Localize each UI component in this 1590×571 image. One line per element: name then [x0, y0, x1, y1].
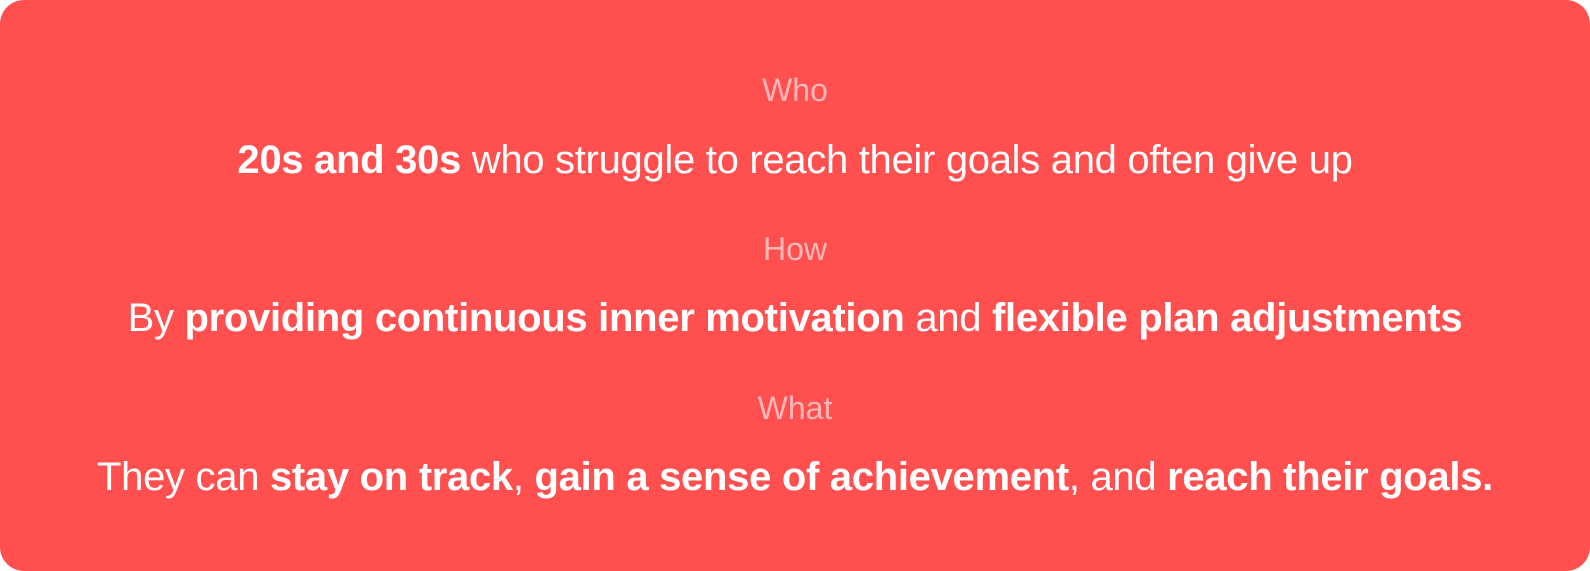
how-statement-part: By — [127, 296, 185, 340]
what-statement-part: They can — [97, 455, 270, 499]
what-statement-part: reach their goals. — [1167, 455, 1493, 499]
what-statement: They can stay on track, gain a sense of … — [0, 451, 1590, 503]
what-statement-part: stay on track — [269, 455, 513, 499]
what-label: What — [757, 390, 833, 426]
what-statement-part: , — [512, 455, 535, 499]
how-statement-part: and — [904, 296, 992, 340]
who-statement: 20s and 30s who struggle to reach their … — [0, 134, 1590, 186]
how-label: How — [762, 231, 827, 267]
how-statement-part: flexible plan adjustments — [991, 296, 1463, 340]
who-statement-part: 20s and 30s — [237, 138, 461, 182]
who-label: Who — [762, 72, 828, 108]
who-statement-part: who struggle to reach their goals and of… — [460, 138, 1353, 182]
what-statement-part: gain a sense of achievement — [534, 455, 1070, 499]
value-proposition-card: Who 20s and 30s who struggle to reach th… — [0, 0, 1590, 571]
how-statement: By providing continuous inner motivation… — [0, 292, 1590, 344]
how-statement-part: providing continuous inner motivation — [184, 296, 905, 340]
what-statement-part: , and — [1068, 455, 1168, 499]
